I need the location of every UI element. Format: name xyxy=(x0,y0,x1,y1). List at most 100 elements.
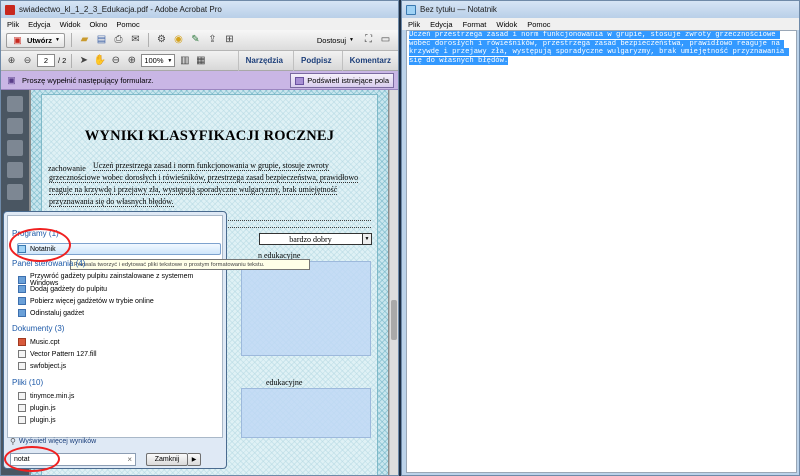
control-panel-item[interactable]: Dodaj gadżety do pulpitu xyxy=(18,285,107,293)
grade-select[interactable]: bardzo dobry ▼ xyxy=(259,233,372,245)
open-folder-icon[interactable]: ▰ xyxy=(78,34,91,47)
behaviour-text: Uczeń przestrzega zasad i norm funkcjono… xyxy=(49,161,359,207)
settings-icon[interactable]: ⚙ xyxy=(155,34,168,47)
notepad-menubar: Plik Edycja Format Widok Pomoc xyxy=(402,18,799,30)
page-number-input[interactable]: 2 xyxy=(37,54,55,67)
document-item-label: Vector Pattern 127.fill xyxy=(30,350,97,358)
chevron-down-icon: ▼ xyxy=(349,37,354,43)
notepad-titlebar[interactable]: Bez tytułu — Notatnik xyxy=(402,1,799,18)
notepad-text-area[interactable]: Uczeń przestrzega zasad i norm funkcjono… xyxy=(406,30,797,473)
fit-page-dropdown[interactable]: Dostosuj ▼ xyxy=(313,33,358,48)
form-field-highlight[interactable] xyxy=(241,261,371,356)
documents-header[interactable]: Dokumenty (3) xyxy=(12,324,64,333)
form-icon: ▣ xyxy=(7,74,16,85)
search-results-list: Programy (1) Notatnik Pozwala tworzyć i … xyxy=(7,215,310,438)
menu-widok[interactable]: Widok xyxy=(496,20,517,29)
file-icon xyxy=(18,404,26,412)
create-pdf-icon: ▣ xyxy=(13,34,22,45)
menu-pomoc[interactable]: Pomoc xyxy=(116,20,139,29)
file-item-label: plugin.js xyxy=(30,404,56,412)
document-item[interactable]: Music.cpt xyxy=(18,338,60,346)
fit-page-label: Dostosuj xyxy=(316,35,347,45)
gadget-icon xyxy=(18,297,26,305)
prev-page-icon[interactable]: ⊕ xyxy=(5,54,18,67)
control-panel-item[interactable]: Pobierz więcej gadżetów w trybie online xyxy=(18,297,154,305)
file-icon xyxy=(18,350,26,358)
menu-plik[interactable]: Plik xyxy=(408,20,420,29)
file-item[interactable]: plugin.js xyxy=(18,416,56,424)
create-button[interactable]: ▣ Utwórz ▼ xyxy=(6,32,65,48)
control-panel-item-label: Pobierz więcej gadżetów w trybie online xyxy=(30,297,154,305)
menu-okno[interactable]: Okno xyxy=(89,20,107,29)
tools-button[interactable]: Narzędzia xyxy=(237,50,290,71)
zoom-value: 100% xyxy=(144,56,164,65)
scrollbar-thumb[interactable] xyxy=(391,300,397,340)
file-item[interactable]: tinymce.min.js xyxy=(18,392,74,400)
menu-format[interactable]: Format xyxy=(463,20,487,29)
control-panel-item-label: Odinstaluj gadżet xyxy=(30,309,85,317)
acrobat-app-icon xyxy=(5,4,15,15)
highlight-fields-button[interactable]: Podświetl istniejące pola xyxy=(290,73,394,88)
zoom-in-icon[interactable]: ⊕ xyxy=(125,54,138,67)
files-header[interactable]: Pliki (10) xyxy=(12,378,43,387)
form-field-highlight[interactable] xyxy=(241,388,371,438)
select-cursor-icon[interactable]: ➤ xyxy=(77,54,90,67)
clear-search-icon[interactable]: × xyxy=(127,455,132,464)
stamp-icon[interactable]: ✎ xyxy=(189,34,202,47)
comment-button[interactable]: Komentarz xyxy=(341,50,398,71)
menu-plik[interactable]: Plik xyxy=(7,20,19,29)
layers-panel-icon[interactable] xyxy=(7,162,23,178)
shutdown-button[interactable]: Zamknij xyxy=(146,453,188,466)
zoom-select[interactable]: 100% ▼ xyxy=(141,54,176,67)
read-mode-icon[interactable]: ▭ xyxy=(379,34,392,47)
toolbar-separator xyxy=(147,33,149,47)
next-page-icon[interactable]: ⊖ xyxy=(21,54,34,67)
email-icon[interactable]: ✉ xyxy=(129,34,142,47)
search-icon: ⚲ xyxy=(10,437,16,446)
file-icon xyxy=(18,338,26,346)
menu-edycja[interactable]: Edycja xyxy=(28,20,51,29)
gadget-icon xyxy=(18,309,26,317)
hand-tool-icon[interactable]: ✋ xyxy=(93,54,106,67)
scroll-view-icon[interactable]: ▦ xyxy=(194,54,207,67)
chevron-down-icon: ▼ xyxy=(167,57,173,64)
acrobat-main-toolbar: ▣ Utwórz ▼ ▰ ▤ ⎙ ✉ ⚙ ◉ ✎ ⇪ ⊞ Dostosuj ▼ … xyxy=(1,30,398,51)
form-notification-bar: ▣ Proszę wypełnić następujący formularz.… xyxy=(1,71,398,90)
fullscreen-icon[interactable]: ⛶ xyxy=(362,34,375,47)
control-panel-item[interactable]: Odinstaluj gadżet xyxy=(18,309,84,317)
chevron-right-icon: ▶ xyxy=(191,457,197,463)
document-item[interactable]: swfobject.js xyxy=(18,362,66,370)
document-scrollbar[interactable] xyxy=(389,90,398,475)
document-item[interactable]: Vector Pattern 127.fill xyxy=(18,350,97,358)
print-icon[interactable]: ⎙ xyxy=(112,34,125,47)
file-icon xyxy=(18,362,26,370)
grade-value: bardzo dobry xyxy=(289,234,332,244)
acrobat-menubar: Plik Edycja Widok Okno Pomoc xyxy=(1,18,398,30)
menu-pomoc[interactable]: Pomoc xyxy=(527,20,550,29)
start-menu-search-panel: Programy (1) Notatnik Pozwala tworzyć i … xyxy=(3,211,310,472)
comment-icon[interactable]: ◉ xyxy=(172,34,185,47)
behaviour-field[interactable]: Uczeń przestrzega zasad i norm funkcjono… xyxy=(49,160,371,208)
attachments-panel-icon[interactable] xyxy=(7,140,23,156)
share-icon[interactable]: ⇪ xyxy=(206,34,219,47)
toolbar-separator xyxy=(71,53,73,68)
signatures-panel-icon[interactable] xyxy=(7,184,23,200)
file-item[interactable]: plugin.js xyxy=(18,404,56,412)
acrobat-nav-toolbar: ⊕ ⊖ 2 / 2 ➤ ✋ ⊖ ⊕ 100% ▼ ▥ ▦ Narzędzia P… xyxy=(1,50,398,71)
menu-widok[interactable]: Widok xyxy=(60,20,81,29)
bookmarks-panel-icon[interactable] xyxy=(7,118,23,134)
shutdown-options-button[interactable]: ▶ xyxy=(188,453,201,466)
highlight-ring xyxy=(9,228,71,262)
see-more-results-link[interactable]: ⚲ Wyświetl więcej wyników xyxy=(10,437,96,446)
page-view-icon[interactable]: ▥ xyxy=(178,54,191,67)
pages-panel-icon[interactable] xyxy=(7,96,23,112)
save-icon[interactable]: ▤ xyxy=(95,34,108,47)
compare-icon[interactable]: ⊞ xyxy=(223,34,236,47)
menu-edycja[interactable]: Edycja xyxy=(430,20,453,29)
page-fragment-text: edukacyjne xyxy=(266,378,303,387)
file-item-label: tinymce.min.js xyxy=(30,392,75,400)
zoom-out-icon[interactable]: ⊖ xyxy=(109,54,122,67)
acrobat-titlebar[interactable]: swiadectwo_kl_1_2_3_Edukacja.pdf - Adobe… xyxy=(1,1,398,18)
sign-button[interactable]: Podpisz xyxy=(292,50,339,71)
file-icon xyxy=(18,416,26,424)
